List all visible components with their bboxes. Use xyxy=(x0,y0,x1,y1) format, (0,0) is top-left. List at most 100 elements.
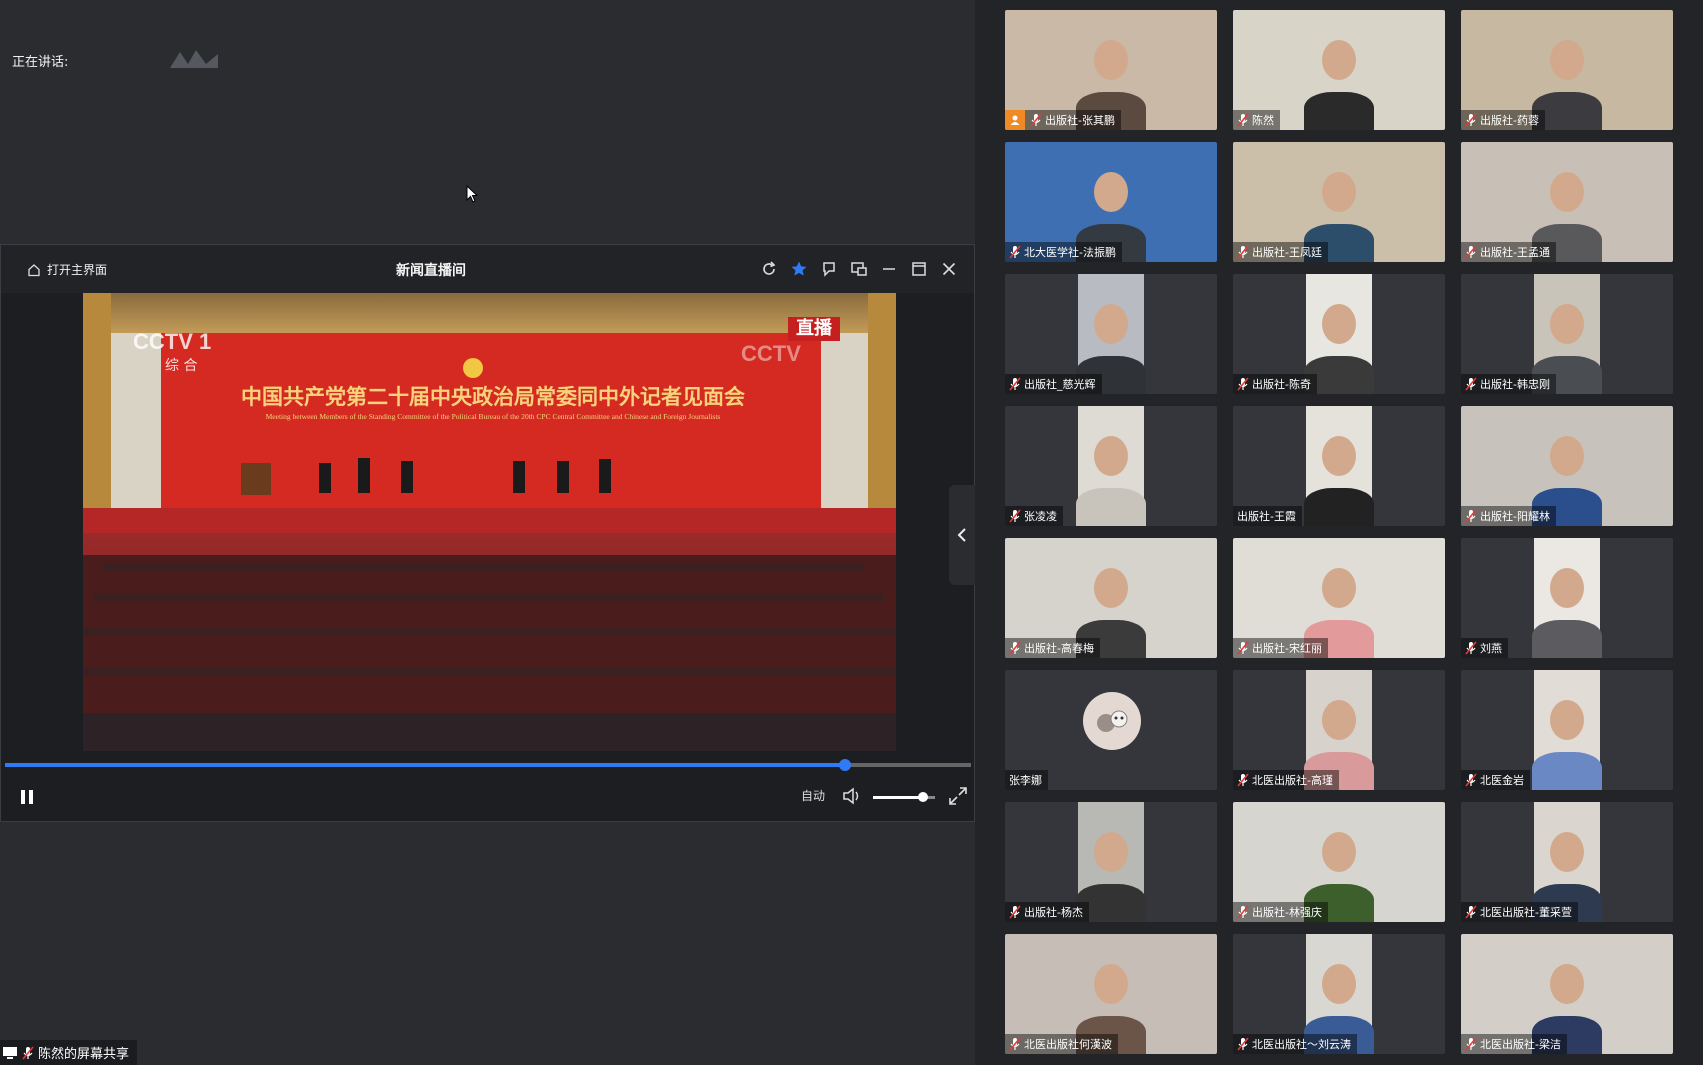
participant-face xyxy=(1550,832,1584,872)
pause-button[interactable] xyxy=(15,785,39,809)
participant-tile[interactable]: 北医出版社～刘云涛 xyxy=(1233,934,1445,1054)
participant-tile[interactable]: 出版社-林强庆 xyxy=(1233,802,1445,922)
participant-tile[interactable]: 北医出版社-高瑾 xyxy=(1233,670,1445,790)
screen-share-indicator: 陈然的屏幕共享 xyxy=(0,1040,138,1065)
participant-face xyxy=(1322,40,1356,80)
participant-tile[interactable]: 出版社-王凤廷 xyxy=(1233,142,1445,262)
participant-tile[interactable]: 刘燕 xyxy=(1461,538,1673,658)
participant-tile[interactable]: 出版社-张其鹏 xyxy=(1005,10,1217,130)
participant-tile[interactable]: 出版社_慈光辉 xyxy=(1005,274,1217,394)
participant-nametag: 出版社_慈光辉 xyxy=(1005,374,1102,394)
participant-tile[interactable]: 出版社-宋红丽 xyxy=(1233,538,1445,658)
progress-bar[interactable] xyxy=(5,759,971,771)
participant-tile[interactable]: 出版社-高春梅 xyxy=(1005,538,1217,658)
participant-tile[interactable]: 出版社-王霞 xyxy=(1233,406,1445,526)
volume-knob[interactable] xyxy=(917,792,928,802)
pin-icon xyxy=(823,262,835,277)
participant-tile[interactable]: 张凌凌 xyxy=(1005,406,1217,526)
channel-sub: 综 合 xyxy=(165,358,198,374)
quality-selector[interactable]: 自动 xyxy=(801,787,825,804)
participant-tile[interactable]: 张李娜 xyxy=(1005,670,1217,790)
mic-muted-icon xyxy=(1237,773,1249,787)
pip-button[interactable] xyxy=(847,257,871,281)
mic-muted-icon xyxy=(1030,113,1042,127)
mic-muted-icon xyxy=(1465,1037,1477,1051)
participant-face xyxy=(1094,40,1128,80)
participant-nametag: 出版社-杨杰 xyxy=(1005,902,1089,922)
participant-tile[interactable]: 出版社-药蓉 xyxy=(1461,10,1673,130)
participant-face xyxy=(1094,436,1128,476)
participant-tile[interactable]: 出版社-杨杰 xyxy=(1005,802,1217,922)
mic-muted-icon xyxy=(1465,113,1477,127)
participant-tile[interactable]: 出版社-韩忠刚 xyxy=(1461,274,1673,394)
progress-knob[interactable] xyxy=(839,759,852,771)
participant-name: 出版社-王凤廷 xyxy=(1252,246,1322,259)
mic-muted-icon xyxy=(1237,905,1249,919)
participant-name: 出版社-陈奇 xyxy=(1252,378,1311,391)
participant-nametag: 北医出版社-梁洁 xyxy=(1461,1034,1567,1054)
participant-name: 张凌凌 xyxy=(1024,510,1057,523)
participant-face xyxy=(1094,832,1128,872)
participant-nametag: 出版社-张其鹏 xyxy=(1005,110,1121,130)
screen-share-icon xyxy=(3,1046,17,1059)
volume-icon[interactable] xyxy=(841,785,863,807)
participant-nametag: 出版社-药蓉 xyxy=(1461,110,1545,130)
event-subline: Meeting between Members of the Standing … xyxy=(265,412,721,421)
participant-face xyxy=(1094,964,1128,1004)
minimize-button[interactable] xyxy=(877,257,901,281)
participant-tile[interactable]: 北医金岩 xyxy=(1461,670,1673,790)
participant-face xyxy=(1322,568,1356,608)
speaker-avatar-icon xyxy=(170,50,218,68)
mic-muted-icon xyxy=(1009,1037,1021,1051)
maximize-icon xyxy=(912,262,926,276)
cat-avatar-icon xyxy=(1097,710,1128,732)
video-feed xyxy=(1532,670,1602,790)
mic-muted-icon xyxy=(1237,1037,1249,1051)
close-button[interactable] xyxy=(937,257,961,281)
player-title-bar: 打开主界面 新闻直播间 xyxy=(1,245,974,293)
participant-tile[interactable]: 陈然 xyxy=(1233,10,1445,130)
participant-face xyxy=(1550,964,1584,1004)
participant-tile[interactable]: 北大医学社-法振鹏 xyxy=(1005,142,1217,262)
participant-tile[interactable]: 北医出版社-董采萱 xyxy=(1461,802,1673,922)
participant-tile[interactable]: 北医出版社-梁洁 xyxy=(1461,934,1673,1054)
participant-nametag: 北大医学社-法振鹏 xyxy=(1005,242,1122,262)
favorite-button[interactable] xyxy=(787,257,811,281)
participant-nametag: 北医出版社-高瑾 xyxy=(1233,770,1339,790)
participant-nametag: 出版社-陈奇 xyxy=(1233,374,1317,394)
shared-screen-area: 正在讲话: 打开主界面 新闻直播间 CCTV 1 综 合 直播 CCTV 中国共… xyxy=(0,0,975,1065)
participant-nametag: 出版社-阳耀林 xyxy=(1461,506,1556,526)
participant-tile[interactable]: 出版社-王孟通 xyxy=(1461,142,1673,262)
fullscreen-icon[interactable] xyxy=(947,785,969,807)
mic-muted-icon xyxy=(1465,905,1477,919)
mic-icon xyxy=(22,1045,34,1060)
video-player-window: 打开主界面 新闻直播间 CCTV 1 综 合 直播 CCTV 中国共产党第二十届… xyxy=(0,244,975,822)
maximize-button[interactable] xyxy=(907,257,931,281)
live-video-frame[interactable]: CCTV 1 综 合 直播 CCTV 中国共产党第二十届中央政治局常委同中外记者… xyxy=(83,293,896,751)
collapse-panel-button[interactable] xyxy=(949,485,975,585)
participant-name: 刘燕 xyxy=(1480,642,1502,655)
participant-nametag: 陈然 xyxy=(1233,110,1280,130)
audience-crowd xyxy=(83,555,896,751)
mic-muted-icon xyxy=(1237,245,1249,259)
participant-name: 张李娜 xyxy=(1009,774,1042,787)
mic-muted-icon xyxy=(1465,641,1477,655)
participant-nametag: 出版社-高春梅 xyxy=(1005,638,1100,658)
participant-tile[interactable]: 出版社-陈奇 xyxy=(1233,274,1445,394)
participant-name: 出版社-阳耀林 xyxy=(1480,510,1550,523)
participant-tile[interactable]: 北医出版社何漢波 xyxy=(1005,934,1217,1054)
participant-name: 北大医学社-法振鹏 xyxy=(1024,246,1116,259)
pin-button[interactable] xyxy=(817,257,841,281)
participant-face xyxy=(1550,436,1584,476)
participant-tile[interactable]: 出版社-阳耀林 xyxy=(1461,406,1673,526)
participant-nametag: 北医出版社何漢波 xyxy=(1005,1034,1118,1054)
participant-nametag: 北医金岩 xyxy=(1461,770,1530,790)
participant-face xyxy=(1550,40,1584,80)
refresh-button[interactable] xyxy=(757,257,781,281)
avatar xyxy=(1083,692,1141,750)
volume-slider[interactable] xyxy=(873,792,935,802)
participant-nametag: 北医出版社～刘云涛 xyxy=(1233,1034,1357,1054)
mic-muted-icon xyxy=(1009,245,1021,259)
participant-gallery: 出版社-张其鹏 陈然 出版社-药蓉 北大医学社-法振鹏 出版社-王凤廷 出版社-王孟通 出版… xyxy=(975,0,1703,1065)
event-headline: 中国共产党第二十届中央政治局常委同中外记者见面会 xyxy=(241,384,745,409)
